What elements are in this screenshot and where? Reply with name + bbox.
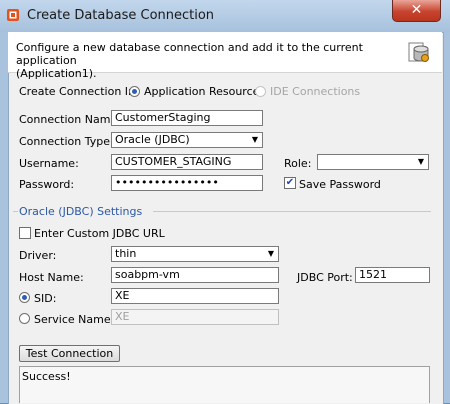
custom-jdbc-url-checkbox[interactable] xyxy=(19,227,31,239)
sid-input[interactable]: XE xyxy=(111,288,279,304)
save-password-checkbox[interactable]: ✔ xyxy=(284,177,296,189)
chevron-down-icon[interactable]: ▼ xyxy=(264,247,278,261)
section-divider xyxy=(153,211,431,212)
application-resources-label[interactable]: Application Resources xyxy=(144,85,265,98)
role-select[interactable]: ▼ xyxy=(317,154,429,170)
close-button[interactable]: ✕ xyxy=(392,0,441,22)
save-password-label[interactable]: Save Password xyxy=(299,178,381,191)
chevron-down-icon[interactable]: ▼ xyxy=(248,133,262,147)
window-title: Create Database Connection xyxy=(27,8,215,23)
driver-value: thin xyxy=(115,247,137,260)
username-label: Username: xyxy=(19,157,79,170)
username-input[interactable]: CUSTOMER_STAGING xyxy=(111,154,263,170)
jdbc-port-input[interactable]: 1521 xyxy=(355,267,430,283)
radio-service-name[interactable] xyxy=(19,313,30,324)
test-result-text: Success! xyxy=(22,370,71,383)
chevron-down-icon[interactable]: ▼ xyxy=(414,155,428,169)
sid-label[interactable]: SID: xyxy=(34,292,56,305)
test-result-area: Success! xyxy=(19,366,430,403)
ide-connections-label[interactable]: IDE Connections xyxy=(270,85,360,98)
radio-application-resources[interactable] xyxy=(129,86,140,97)
oracle-settings-heading: Oracle (JDBC) Settings xyxy=(19,205,143,218)
service-name-input[interactable]: XE xyxy=(111,309,279,325)
connection-name-label: Connection Name: xyxy=(19,113,121,126)
connection-type-label: Connection Type: xyxy=(19,135,114,148)
connection-type-value: Oracle (JDBC) xyxy=(115,133,190,146)
close-icon[interactable]: ✕ xyxy=(411,2,423,18)
host-name-input[interactable]: soabpm-vm xyxy=(111,267,279,283)
host-name-label: Host Name: xyxy=(19,271,84,284)
create-in-label: Create Connection In: xyxy=(19,85,139,98)
connection-name-input[interactable]: CustomerStaging xyxy=(111,110,263,126)
description-line-1: Configure a new database connection and … xyxy=(16,41,363,67)
connection-type-select[interactable]: Oracle (JDBC) ▼ xyxy=(111,132,263,148)
role-label: Role: xyxy=(284,157,312,170)
database-icon xyxy=(408,42,429,62)
service-name-label[interactable]: Service Name: xyxy=(34,313,114,326)
password-label: Password: xyxy=(19,178,75,191)
password-input[interactable]: •••••••••••••••• xyxy=(111,175,263,191)
dialog-description: Configure a new database connection and … xyxy=(16,41,396,80)
radio-sid[interactable] xyxy=(19,292,30,303)
custom-jdbc-url-label[interactable]: Enter Custom JDBC URL xyxy=(34,227,165,240)
description-line-2: (Application1). xyxy=(16,67,97,80)
driver-select[interactable]: thin ▼ xyxy=(111,246,279,262)
radio-ide-connections[interactable] xyxy=(255,86,266,97)
driver-label: Driver: xyxy=(19,249,57,262)
app-icon xyxy=(7,9,19,21)
test-connection-button[interactable]: Test Connection xyxy=(19,345,120,362)
jdbc-port-label: JDBC Port: xyxy=(297,271,353,284)
section-divider-left xyxy=(13,211,18,212)
